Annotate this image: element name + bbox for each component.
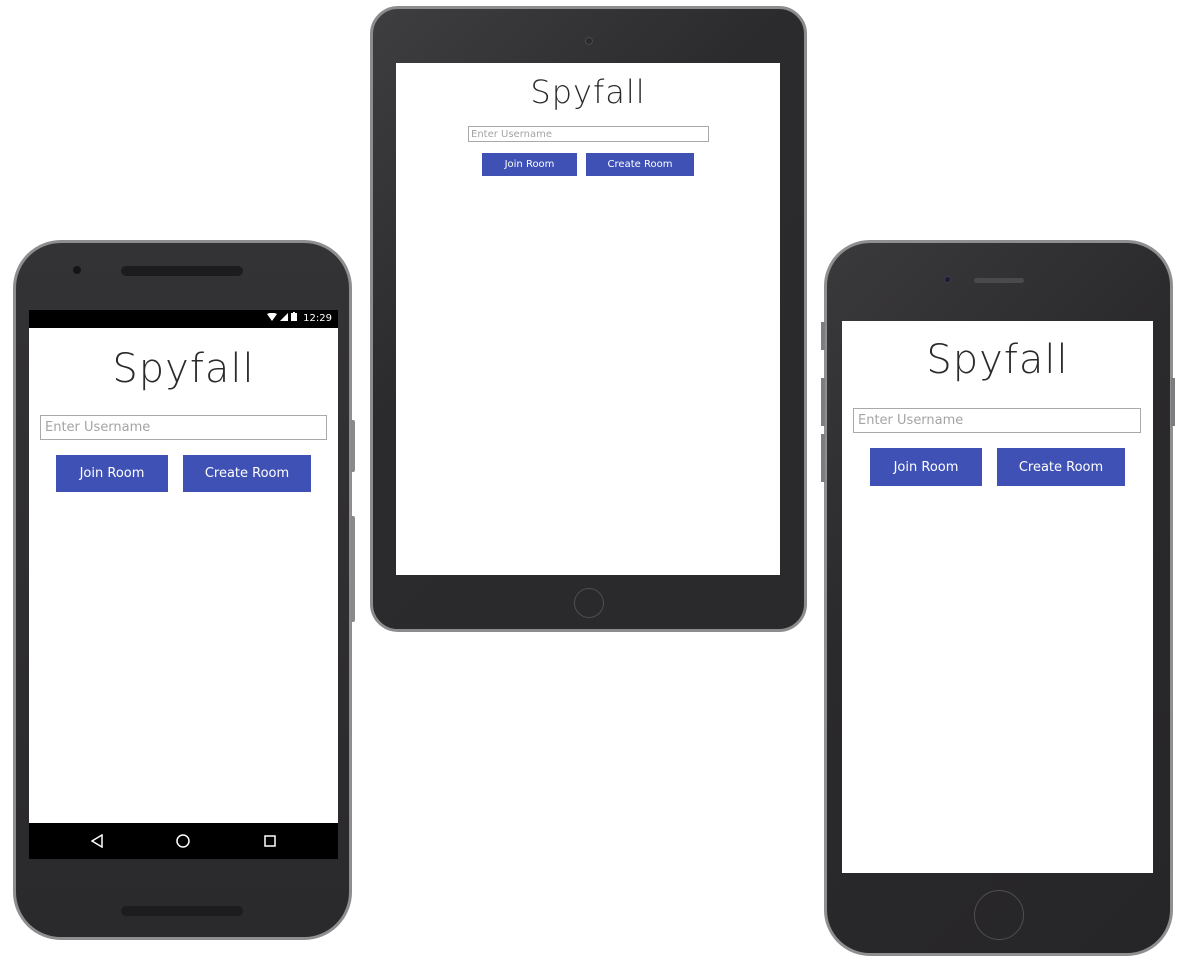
iphone-volume-up <box>821 378 825 426</box>
home-icon[interactable] <box>173 831 193 851</box>
join-room-button[interactable]: Join Room <box>56 455 168 492</box>
recents-icon[interactable] <box>260 831 280 851</box>
iphone-camera <box>944 276 951 283</box>
app-title: Spyfall <box>530 73 646 111</box>
app-content: Spyfall Join Room Create Room <box>396 63 780 575</box>
tablet-screen: Spyfall Join Room Create Room <box>396 63 780 575</box>
username-input[interactable] <box>853 408 1141 433</box>
iphone-power-button <box>1171 378 1175 426</box>
android-speaker-bottom <box>121 906 243 916</box>
iphone-volume-down <box>821 434 825 482</box>
status-icons: 12:29 <box>267 312 332 324</box>
android-screen: 12:29 Spyfall Join Room Create Room <box>29 310 338 859</box>
status-bar: 12:29 <box>29 310 338 328</box>
tablet: Spyfall Join Room Create Room <box>370 6 807 632</box>
tablet-camera <box>585 37 593 45</box>
iphone-mute-switch <box>821 322 825 350</box>
signal-icon <box>280 312 289 324</box>
app-title: Spyfall <box>112 346 255 392</box>
tablet-home-button <box>574 588 604 618</box>
android-volume-button <box>350 516 355 622</box>
battery-icon <box>291 312 298 324</box>
create-room-button[interactable]: Create Room <box>183 455 311 492</box>
android-power-button <box>350 420 355 472</box>
iphone: Spyfall Join Room Create Room <box>821 240 1175 956</box>
status-time: 12:29 <box>303 312 332 324</box>
wifi-icon <box>267 312 278 324</box>
iphone-screen: Spyfall Join Room Create Room <box>842 321 1153 873</box>
join-room-button[interactable]: Join Room <box>870 448 982 486</box>
app-content: Spyfall Join Room Create Room <box>29 328 338 823</box>
create-room-button[interactable]: Create Room <box>997 448 1125 486</box>
app-title: Spyfall <box>926 337 1069 383</box>
username-input[interactable] <box>40 415 327 440</box>
username-input[interactable] <box>468 126 709 142</box>
back-icon[interactable] <box>87 831 107 851</box>
iphone-home-button <box>974 890 1024 940</box>
iphone-speaker <box>974 278 1024 283</box>
create-room-button[interactable]: Create Room <box>586 153 694 176</box>
app-content: Spyfall Join Room Create Room <box>842 321 1153 873</box>
android-nav-bar <box>29 823 338 859</box>
android-speaker-top <box>121 266 243 276</box>
android-phone: 12:29 Spyfall Join Room Create Room <box>13 240 355 940</box>
join-room-button[interactable]: Join Room <box>482 153 577 176</box>
android-camera <box>73 266 81 274</box>
